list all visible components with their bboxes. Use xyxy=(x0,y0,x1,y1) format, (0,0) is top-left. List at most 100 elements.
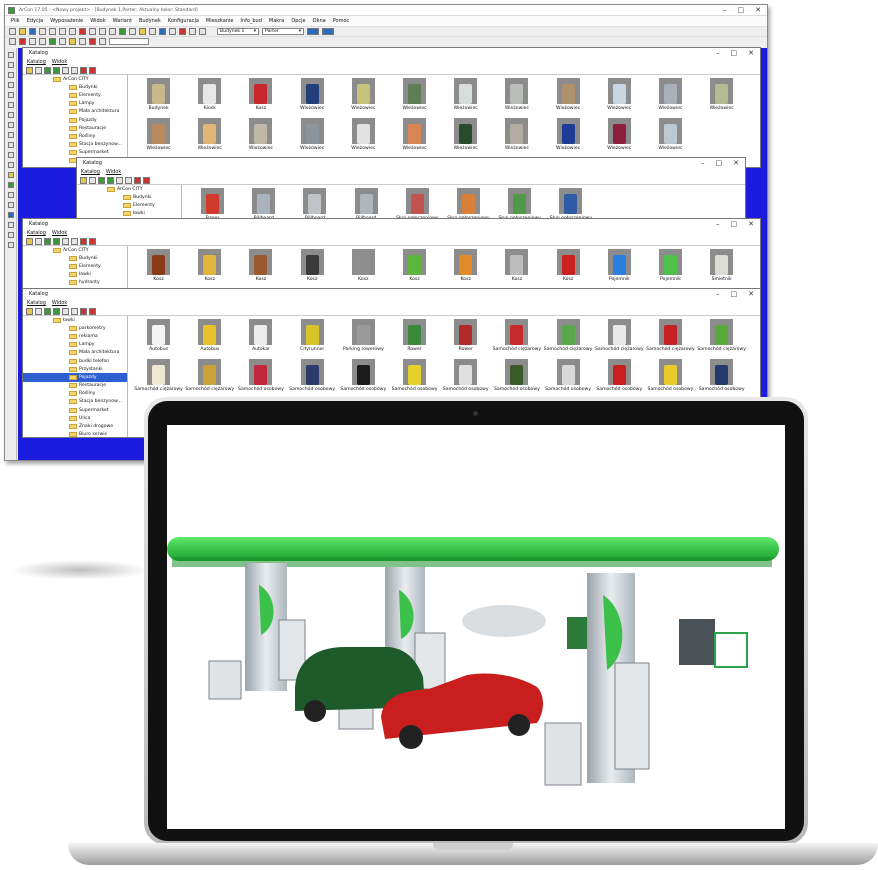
light-icon[interactable] xyxy=(139,28,146,35)
close-icon[interactable]: ✕ xyxy=(748,290,754,298)
paint-icon[interactable] xyxy=(7,232,14,238)
roof-icon[interactable] xyxy=(59,38,66,45)
tree-item[interactable]: Restauracje xyxy=(23,124,127,132)
tree-item[interactable]: Budynki xyxy=(23,254,127,262)
preview-icon[interactable] xyxy=(53,66,60,74)
tree-item[interactable]: Pojazdy xyxy=(23,373,127,382)
catalog-menu-katalog[interactable]: Katalog xyxy=(27,230,46,236)
tree-item[interactable]: reklama xyxy=(23,332,127,340)
wall-icon[interactable] xyxy=(19,38,26,45)
catalog-item[interactable]: Słup ogłoszeniowy xyxy=(392,185,443,221)
info-icon[interactable] xyxy=(71,66,78,74)
catalog-item[interactable]: Kosz xyxy=(287,246,338,286)
stop-icon[interactable] xyxy=(179,28,186,35)
catalog-item[interactable]: Samochód osobowy xyxy=(594,356,645,396)
catalog-item[interactable]: Kosz xyxy=(235,75,286,115)
close-catalog-icon[interactable] xyxy=(89,307,96,315)
tree-item[interactable]: Budynki xyxy=(77,193,181,201)
delete-icon[interactable] xyxy=(80,66,87,74)
new-file-icon[interactable] xyxy=(9,28,16,35)
preview-icon[interactable] xyxy=(53,237,60,245)
catalog-item[interactable]: Autokar xyxy=(235,316,286,356)
preview-icon[interactable] xyxy=(107,176,114,184)
catalog-item[interactable]: Wieżowiec xyxy=(287,115,338,155)
window-icon[interactable] xyxy=(39,38,46,45)
catalog-item[interactable]: Samochód ciężarowy xyxy=(594,316,645,356)
object-icon[interactable] xyxy=(89,38,96,45)
building-select[interactable]: Budynek 1 ▾ xyxy=(217,28,259,35)
catalog-item[interactable]: Billboard xyxy=(289,185,340,221)
catalog-item[interactable]: Wieżowiec xyxy=(543,115,594,155)
catalog-item[interactable]: Wieżowiec xyxy=(543,75,594,115)
open-folder-icon[interactable] xyxy=(19,28,26,35)
close-icon[interactable]: ✕ xyxy=(755,6,761,14)
catalog-item[interactable]: Samochód osobowy xyxy=(440,356,491,396)
undo-icon[interactable] xyxy=(89,28,96,35)
search-icon[interactable] xyxy=(62,307,69,315)
catalog-item[interactable]: Billboard xyxy=(341,185,392,221)
menu-okna[interactable]: Okna xyxy=(313,18,326,24)
delete-icon[interactable] xyxy=(80,307,87,315)
catalog-menu-widok[interactable]: Widok xyxy=(106,169,121,175)
catalog-item[interactable]: Samochód ciężarowy xyxy=(543,316,594,356)
plant-icon[interactable] xyxy=(7,182,14,188)
catalog-item[interactable]: Pojemnik xyxy=(645,246,696,286)
catalog-item[interactable]: Samochód ciężarowy xyxy=(491,316,542,356)
pointer-icon[interactable] xyxy=(7,52,14,58)
close-icon[interactable]: ✕ xyxy=(748,49,754,57)
door-icon[interactable] xyxy=(29,38,36,45)
info-icon[interactable] xyxy=(125,176,132,184)
catalog-item[interactable]: Wieżowiec xyxy=(491,115,542,155)
mirror-icon[interactable] xyxy=(7,82,14,88)
catalog-item[interactable]: Samochód osobowy xyxy=(696,356,747,396)
menu-wariant[interactable]: Wariant xyxy=(113,18,132,24)
catalog-item[interactable]: Wieżowiec xyxy=(338,75,389,115)
tree-item[interactable]: Elementy xyxy=(23,262,127,270)
line-icon[interactable] xyxy=(7,92,14,98)
catalog-menu-katalog[interactable]: Katalog xyxy=(81,169,100,175)
catalog-item[interactable]: Samochód ciężarowy xyxy=(645,316,696,356)
text-icon[interactable] xyxy=(69,38,76,45)
maximize-icon[interactable]: □ xyxy=(716,159,723,167)
catalog-item[interactable]: Kosz xyxy=(235,246,286,286)
info-icon[interactable] xyxy=(71,237,78,245)
menu-konfiguracja[interactable]: Konfiguracja xyxy=(168,18,199,24)
catalog-item[interactable]: Wieżowiec xyxy=(440,75,491,115)
list-icon[interactable] xyxy=(35,66,42,74)
tree-item[interactable]: ławki xyxy=(23,316,127,324)
catalog-item[interactable]: Samochód osobowy xyxy=(645,356,696,396)
delete-icon[interactable] xyxy=(79,28,86,35)
preview-icon[interactable] xyxy=(53,307,60,315)
tree-item[interactable]: Pojazdy xyxy=(23,116,127,124)
catalog-item[interactable]: Samochód osobowy xyxy=(543,356,594,396)
close-catalog-icon[interactable] xyxy=(143,176,150,184)
paste-icon[interactable] xyxy=(69,28,76,35)
tree-item[interactable]: ArCon CITY xyxy=(23,246,127,254)
catalog-menu-widok[interactable]: Widok xyxy=(52,59,67,65)
tree-item[interactable]: ArCon CITY xyxy=(77,185,181,193)
menu-edycja[interactable]: Edycja xyxy=(27,18,44,24)
catalog-menu-katalog[interactable]: Katalog xyxy=(27,300,46,306)
maximize-icon[interactable]: □ xyxy=(731,290,738,298)
catalog-item[interactable]: Rower xyxy=(440,316,491,356)
stairs-icon[interactable] xyxy=(49,38,56,45)
insert-icon[interactable] xyxy=(44,66,51,74)
view-mode-icon[interactable] xyxy=(307,28,319,35)
folder-icon[interactable] xyxy=(26,66,33,74)
info-icon[interactable] xyxy=(71,307,78,315)
beam-icon[interactable] xyxy=(7,162,14,168)
catalog-item[interactable]: Samochód ciężarowy xyxy=(133,356,184,396)
catalog-item[interactable]: Kosz xyxy=(133,246,184,286)
print-icon[interactable] xyxy=(39,28,46,35)
hatch-icon[interactable] xyxy=(7,132,14,138)
catalog-item[interactable]: Samochód osobowy xyxy=(338,356,389,396)
catalog-item[interactable]: Wieżowiec xyxy=(491,75,542,115)
tree-item[interactable]: Mała architektura xyxy=(23,108,127,116)
tree-item[interactable]: ArCon CITY xyxy=(23,75,127,83)
catalog-item[interactable]: Budynek xyxy=(133,75,184,115)
list-icon[interactable] xyxy=(89,176,96,184)
catalog-menu-widok[interactable]: Widok xyxy=(52,300,67,306)
catalog-item[interactable]: Samochód osobowy xyxy=(287,356,338,396)
tree-item[interactable]: Stacja benzynow... xyxy=(23,141,127,149)
view-3d-icon[interactable] xyxy=(119,28,126,35)
